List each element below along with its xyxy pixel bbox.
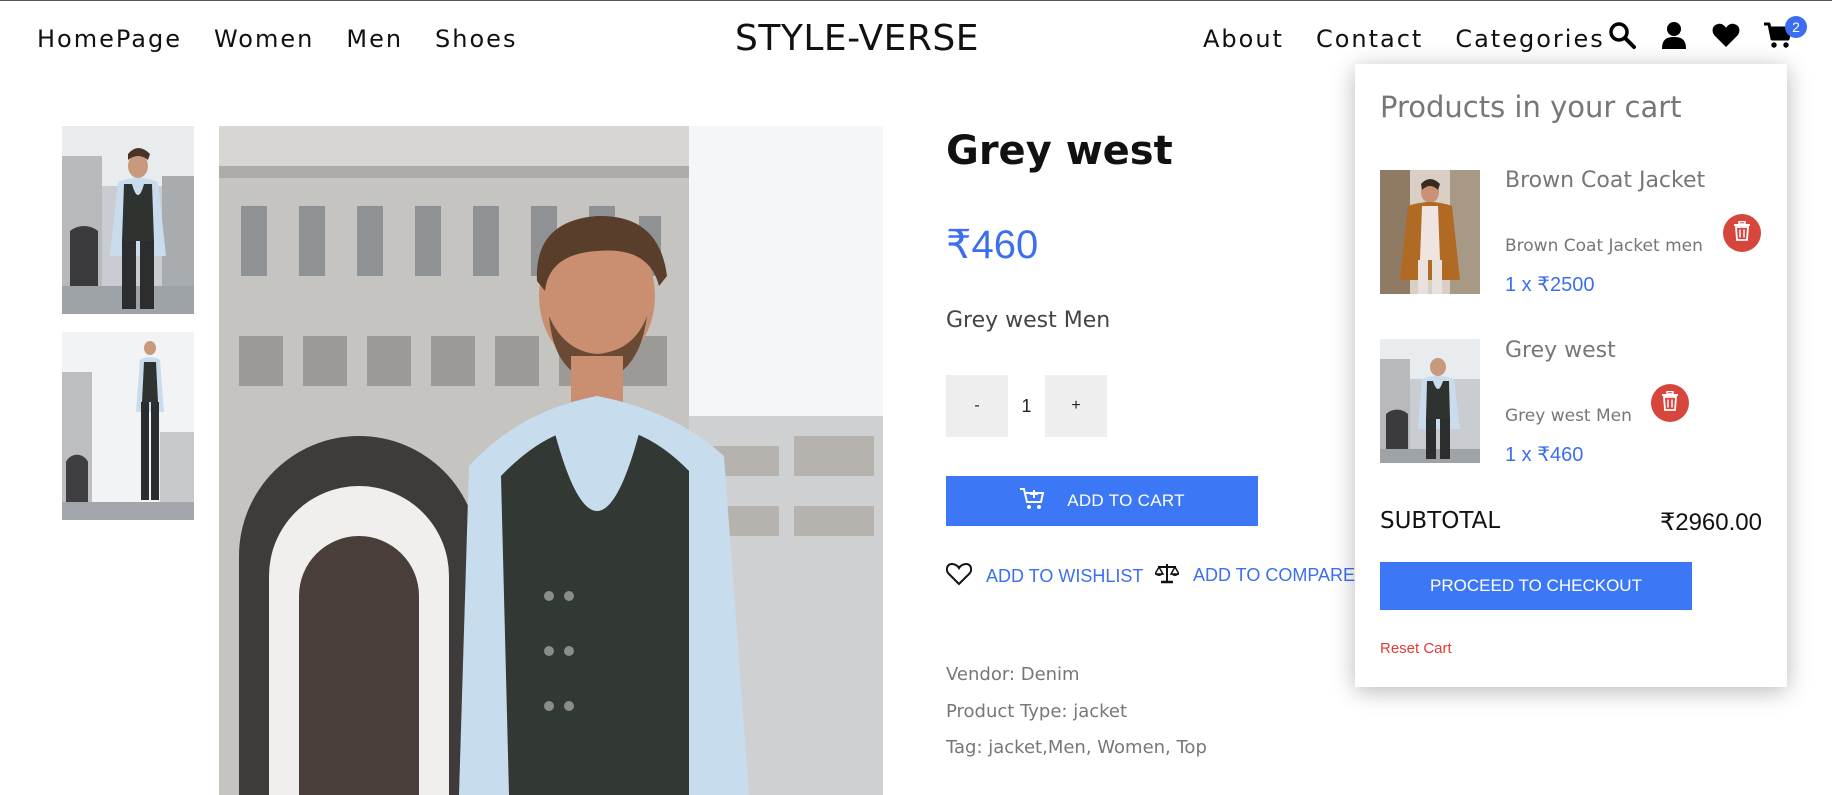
cart-item-price: 1 x ₹2500	[1505, 274, 1595, 296]
nav-icons: 2	[1607, 16, 1807, 50]
cart-count-badge: 2	[1785, 16, 1807, 38]
cart-add-icon	[1019, 487, 1045, 516]
product-type: Product Type: jacket	[946, 701, 1128, 722]
cart-item-name: Grey west	[1505, 338, 1616, 363]
add-to-compare-label: ADD TO COMPARE	[1193, 565, 1356, 585]
nav-right-links: About Contact Categories	[1203, 25, 1605, 53]
cart-title: Products in your cart	[1380, 90, 1682, 124]
product-main-image	[219, 126, 883, 795]
product-title: Grey west	[946, 128, 1173, 174]
nav-link-about[interactable]: About	[1203, 25, 1284, 53]
nav-link-men[interactable]: Men	[346, 25, 403, 53]
remove-item-button[interactable]	[1723, 214, 1761, 252]
nav-link-categories[interactable]: Categories	[1455, 25, 1604, 53]
product-thumbnail-2[interactable]	[62, 332, 194, 520]
heart-outline-icon	[945, 562, 973, 591]
subtotal-label: SUBTOTAL	[1380, 508, 1501, 534]
nav-left-links: HomePage Women Men Shoes	[37, 25, 517, 53]
product-subtitle: Grey west Men	[946, 308, 1111, 333]
search-icon[interactable]	[1607, 20, 1637, 50]
cart-item-image	[1380, 170, 1480, 294]
product-thumbnail-1[interactable]	[62, 126, 194, 314]
proceed-to-checkout-button[interactable]: PROCEED TO CHECKOUT	[1380, 562, 1692, 610]
nav-link-women[interactable]: Women	[214, 25, 314, 53]
cart-item-price: 1 x ₹460	[1505, 444, 1584, 466]
cart-item-name: Brown Coat Jacket	[1505, 168, 1706, 193]
add-to-wishlist-link[interactable]: ADD TO WISHLIST	[945, 562, 1144, 591]
quantity-decrease-button[interactable]: -	[946, 375, 1008, 437]
nav-link-contact[interactable]: Contact	[1316, 25, 1423, 53]
reset-cart-link[interactable]: Reset Cart	[1380, 640, 1452, 657]
remove-item-button[interactable]	[1651, 384, 1689, 422]
cart-item-desc: Grey west Men	[1505, 406, 1632, 426]
nav-link-shoes[interactable]: Shoes	[435, 25, 517, 53]
nav-link-homepage[interactable]: HomePage	[37, 25, 182, 53]
balance-scale-icon	[1153, 562, 1181, 589]
subtotal-value: ₹2960.00	[1659, 509, 1762, 536]
add-to-compare-link[interactable]: ADD TO COMPARE	[1153, 562, 1356, 589]
trash-icon	[1733, 220, 1751, 245]
product-tags: Tag: jacket,Men, Women, Top	[946, 737, 1207, 758]
cart-item-image	[1380, 339, 1480, 463]
quantity-value: 1	[1021, 395, 1032, 416]
cart-icon[interactable]: 2	[1763, 16, 1807, 50]
add-to-cart-button[interactable]: ADD TO CART	[946, 476, 1258, 526]
product-vendor: Vendor: Denim	[946, 664, 1080, 685]
user-icon[interactable]	[1659, 20, 1689, 50]
add-to-cart-label: ADD TO CART	[1067, 491, 1185, 510]
heart-icon[interactable]	[1711, 20, 1741, 50]
add-to-wishlist-label: ADD TO WISHLIST	[986, 566, 1144, 586]
cart-item-desc: Brown Coat Jacket men	[1505, 236, 1703, 256]
quantity-increase-button[interactable]: +	[1045, 375, 1107, 437]
cart-dropdown: Products in your cart Brown Coat Jacket …	[1355, 64, 1787, 687]
brand-logo[interactable]: STYLE-VERSE	[735, 18, 979, 59]
product-price: ₹460	[946, 223, 1039, 267]
trash-icon	[1661, 390, 1679, 415]
